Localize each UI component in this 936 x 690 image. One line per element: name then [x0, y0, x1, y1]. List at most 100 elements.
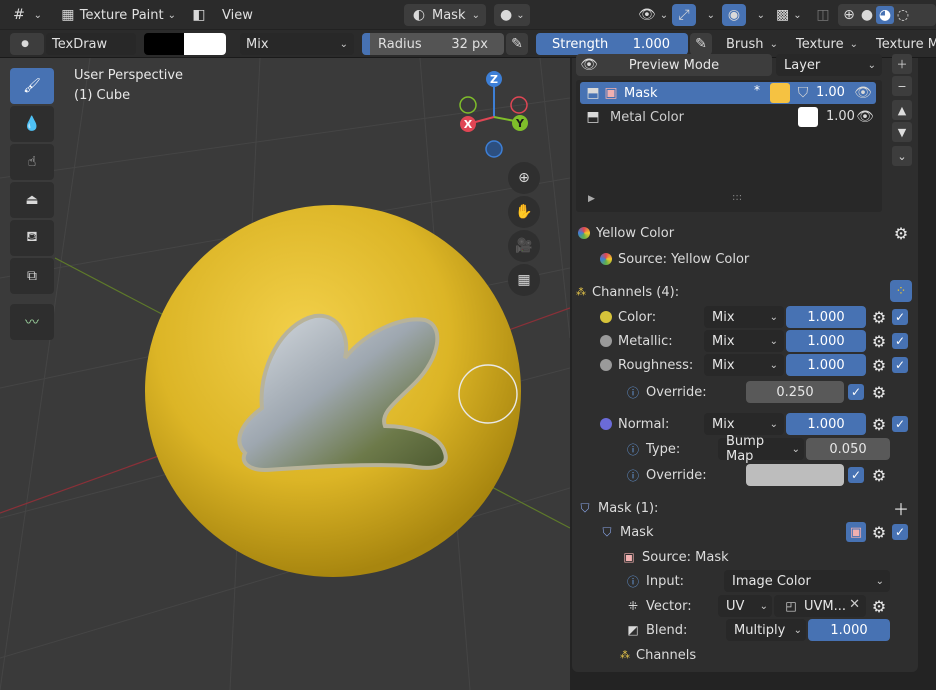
gizmo-toggle[interactable]: ⤢	[672, 4, 696, 26]
draw-tool[interactable]: 🖌	[10, 68, 54, 104]
move-up-button[interactable]: ▲	[892, 100, 912, 120]
layer-opacity[interactable]: 1.00	[826, 109, 855, 124]
normal-override-checkbox[interactable]: ✓	[848, 467, 864, 483]
material-shading-icon[interactable]: ◕	[876, 6, 894, 24]
resize-grip[interactable]: :::	[732, 192, 742, 203]
color-enabled-checkbox[interactable]: ✓	[892, 309, 908, 325]
layer-item-metal-color[interactable]: ⬒ Metal Color 1.00 👁	[580, 106, 876, 128]
brush-preview[interactable]: ●	[10, 33, 44, 55]
uv-map-field[interactable]: ◰ UVM... ✕	[774, 595, 866, 617]
overlay-toggle[interactable]: ◧	[186, 4, 212, 26]
metallic-enabled-checkbox[interactable]: ✓	[892, 333, 908, 349]
gear-icon[interactable]: ⚙	[870, 332, 888, 351]
normal-blend-dropdown[interactable]: Mix ⌄	[704, 413, 784, 435]
metallic-value-field[interactable]: 1.000	[786, 330, 866, 352]
eye-icon[interactable]: 👁	[854, 84, 872, 102]
overlays-toggle[interactable]: ◉	[722, 4, 746, 26]
expand-triangle-icon[interactable]: ▶	[588, 194, 595, 204]
primary-color-swatch[interactable]	[184, 33, 226, 55]
gear-icon[interactable]: ⚙	[870, 308, 888, 327]
channels-header[interactable]: ⁂ Channels (4):	[576, 281, 679, 303]
gizmo-dropdown[interactable]: ⌄	[697, 4, 717, 26]
metallic-blend-dropdown[interactable]: Mix ⌄	[704, 330, 784, 352]
add-mask-icon[interactable]: ＋	[892, 499, 910, 519]
pan-button[interactable]: ✋	[508, 196, 540, 228]
strength-pressure-button[interactable]: ✎	[690, 33, 712, 55]
normal-type-dropdown[interactable]: Bump Map ⌄	[718, 434, 804, 464]
camera-button[interactable]: 🎥	[508, 230, 540, 262]
roughness-override-checkbox[interactable]: ✓	[848, 384, 864, 400]
mode-selector[interactable]: ▦ Texture Paint ⌄	[54, 4, 182, 26]
layer-dropdown[interactable]: Layer ⌄	[776, 54, 882, 76]
preview-mode-button[interactable]: 👁 Preview Mode	[576, 54, 772, 76]
mask-blend-value[interactable]: 1.000	[808, 619, 890, 641]
normal-override-color[interactable]	[746, 464, 844, 486]
editor-type-button[interactable]: # ⌄	[4, 4, 48, 26]
layer-menu-button[interactable]: ⌄	[892, 146, 912, 166]
wireframe-shading-icon[interactable]: ⊕	[840, 6, 858, 24]
zoom-button[interactable]: ⊕	[508, 162, 540, 194]
normal-value-field[interactable]: 1.000	[786, 413, 866, 435]
annotate-tool[interactable]: 〰	[10, 304, 54, 340]
visibility-button[interactable]: 👁 ⌄	[632, 4, 668, 26]
layer-color-swatch[interactable]	[798, 107, 818, 127]
roughness-value-field[interactable]: 1.000	[786, 354, 866, 376]
brush-name-field[interactable]: TexDraw	[46, 33, 136, 55]
roughness-blend-dropdown[interactable]: Mix ⌄	[704, 354, 784, 376]
mask-item-row[interactable]: ⛉ Mask	[598, 521, 653, 543]
move-down-button[interactable]: ▼	[892, 122, 912, 142]
smear-tool[interactable]: ☝	[10, 144, 54, 180]
mask-tool[interactable]: ⧉	[10, 258, 54, 294]
radius-pressure-button[interactable]: ✎	[506, 33, 528, 55]
xray-toggle[interactable]: ◫	[812, 4, 834, 26]
secondary-color-swatch[interactable]	[144, 33, 184, 55]
radius-slider[interactable]: Radius 32 px	[362, 33, 504, 55]
add-layer-button[interactable]: ＋	[892, 54, 912, 74]
gear-icon[interactable]: ⚙	[870, 383, 888, 402]
mask-blend-dropdown[interactable]: Multiply ⌄	[726, 619, 806, 641]
mask-channels-row[interactable]: ⁂ Channels	[620, 644, 696, 666]
strength-slider[interactable]: Strength 1.000	[536, 33, 688, 55]
solid-shading-icon[interactable]: ●	[858, 6, 876, 24]
vector-mode-dropdown[interactable]: UV ⌄	[718, 595, 772, 617]
layer-color-swatch[interactable]	[770, 83, 790, 103]
color-blend-dropdown[interactable]: Mix ⌄	[704, 306, 784, 328]
gear-icon[interactable]: ⚙	[870, 597, 888, 616]
remove-layer-button[interactable]: −	[892, 76, 912, 96]
mask-shield-icon[interactable]: ⛉	[794, 84, 812, 102]
normal-enabled-checkbox[interactable]: ✓	[892, 416, 908, 432]
ortho-toggle[interactable]: ▦	[508, 264, 540, 296]
soften-tool[interactable]: 💧	[10, 106, 54, 142]
view-menu[interactable]: View	[216, 4, 266, 26]
texture-menu[interactable]: Texture ⌄	[790, 33, 864, 55]
roughness-override-field[interactable]: 0.250	[746, 381, 844, 403]
eye-icon[interactable]: 👁	[856, 108, 874, 126]
layer-opacity[interactable]: 1.00	[816, 85, 845, 100]
layer-item-mask[interactable]: ⬒ ▣ Mask * ⛉ 1.00 👁	[580, 82, 876, 104]
gear-icon[interactable]: ⚙	[870, 466, 888, 485]
color-value-field[interactable]: 1.000	[786, 306, 866, 328]
texture-mask-menu[interactable]: Texture M	[870, 33, 936, 55]
clear-icon[interactable]: ✕	[849, 597, 860, 612]
blend-mode-dropdown[interactable]: Mix ⌄	[240, 33, 354, 55]
mask-mode-button[interactable]: ◐ Mask ⌄	[404, 4, 486, 26]
record-button[interactable]: ● ⌄	[494, 4, 530, 26]
fill-tool[interactable]: ⛾	[10, 220, 54, 256]
roughness-enabled-checkbox[interactable]: ✓	[892, 357, 908, 373]
channels-toggle-icon[interactable]: ⁘	[890, 280, 912, 302]
mask-header[interactable]: ⛉ Mask (1):	[576, 497, 658, 519]
bump-amount-field[interactable]: 0.050	[806, 438, 890, 460]
material-settings-gear-icon[interactable]: ⚙	[892, 224, 910, 243]
mask-enabled-checkbox[interactable]: ✓	[892, 524, 908, 540]
rendered-shading-icon[interactable]: ◌	[894, 6, 912, 24]
gear-icon[interactable]: ⚙	[870, 356, 888, 375]
overlays-dropdown[interactable]: ⌄	[747, 4, 767, 26]
gear-icon[interactable]: ⚙	[870, 415, 888, 434]
3d-viewport[interactable]: Z X Y User Perspective (1) Cube 🖌 💧 ☝ ⏏ …	[0, 58, 570, 690]
gear-icon[interactable]: ⚙	[870, 523, 888, 542]
brush-menu[interactable]: Brush ⌄	[720, 33, 784, 55]
clone-tool[interactable]: ⏏	[10, 182, 54, 218]
mask-input-dropdown[interactable]: Image Color ⌄	[724, 570, 890, 592]
xray-button[interactable]: ▩ ⌄	[770, 4, 806, 26]
mask-image-icon[interactable]: ▣	[846, 522, 866, 542]
